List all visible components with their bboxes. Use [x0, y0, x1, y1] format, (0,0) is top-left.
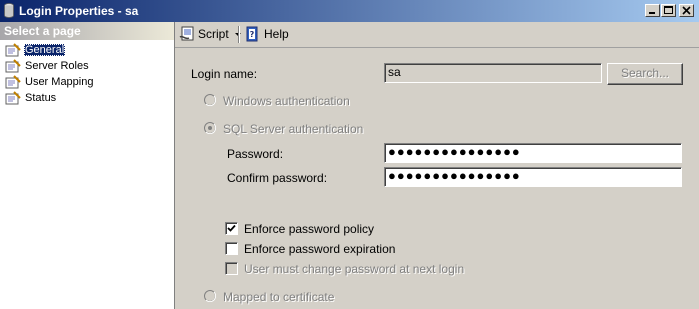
- minimize-button[interactable]: [645, 4, 660, 17]
- windows-auth-radio[interactable]: [204, 94, 216, 106]
- script-label: Script: [198, 27, 229, 41]
- close-button[interactable]: [679, 4, 694, 17]
- select-page-header: Select a page: [0, 22, 174, 40]
- windows-auth-label: Windows authentication: [223, 94, 350, 108]
- title-bar[interactable]: Login Properties - sa: [0, 0, 699, 22]
- sql-auth-label: SQL Server authentication: [223, 122, 364, 136]
- mapped-cert-radio[interactable]: [204, 290, 216, 302]
- page-selector-pane: Select a page General Server Roles User …: [0, 22, 175, 309]
- page-wrench-icon: [5, 59, 21, 73]
- minimize-icon: [649, 12, 655, 14]
- password-label: Password:: [227, 147, 284, 161]
- sql-auth-radio[interactable]: [204, 122, 216, 134]
- window-title: Login Properties - sa: [19, 4, 139, 18]
- help-label: Help: [264, 27, 289, 41]
- checkmark-icon: [227, 224, 236, 232]
- mapped-cert-label: Mapped to certificate: [223, 290, 335, 304]
- toolbar: Script ? Help: [175, 22, 699, 48]
- confirm-password-label: Confirm password:: [227, 171, 328, 185]
- login-name-field[interactable]: sa: [384, 63, 602, 83]
- login-properties-window: Login Properties - sa Select a page Gene…: [0, 0, 699, 309]
- sidebar-item-server-roles[interactable]: Server Roles: [0, 58, 174, 74]
- page-wrench-icon: [5, 75, 21, 89]
- must-change-label: User must change password at next login: [244, 262, 465, 276]
- search-button[interactable]: Search...: [607, 63, 683, 85]
- sidebar-item-label: Status: [25, 92, 57, 104]
- page-wrench-icon: [5, 43, 21, 57]
- toolbar-separator: [238, 26, 240, 43]
- maximize-icon: [664, 6, 673, 14]
- enforce-policy-label: Enforce password policy: [244, 222, 375, 236]
- maximize-button[interactable]: [661, 4, 676, 17]
- sidebar-item-user-mapping[interactable]: User Mapping: [0, 74, 174, 90]
- sidebar-item-label: User Mapping: [25, 76, 94, 88]
- enforce-expiration-checkbox[interactable]: [225, 242, 238, 255]
- page-wrench-icon: [5, 91, 21, 105]
- confirm-password-field[interactable]: ●●●●●●●●●●●●●●●: [384, 167, 682, 187]
- close-icon: [682, 6, 691, 15]
- sidebar-item-label: Server Roles: [25, 60, 89, 72]
- password-field[interactable]: ●●●●●●●●●●●●●●●: [384, 143, 682, 163]
- sidebar-item-general[interactable]: General: [0, 42, 174, 58]
- must-change-checkbox[interactable]: [225, 262, 238, 275]
- help-book-icon: ?: [246, 26, 258, 42]
- general-page-panel: Login name: sa Search... Windows authent…: [175, 48, 699, 309]
- database-icon: [4, 3, 14, 18]
- sidebar-item-label: General: [24, 44, 66, 56]
- script-icon: [179, 26, 194, 41]
- sidebar-item-status[interactable]: Status: [0, 90, 174, 106]
- svg-text:?: ?: [250, 30, 255, 39]
- enforce-expiration-label: Enforce password expiration: [244, 242, 396, 256]
- help-button[interactable]: ? Help: [245, 26, 289, 42]
- enforce-policy-checkbox[interactable]: [225, 222, 238, 235]
- login-name-label: Login name:: [191, 67, 258, 81]
- script-button[interactable]: Script: [179, 26, 246, 42]
